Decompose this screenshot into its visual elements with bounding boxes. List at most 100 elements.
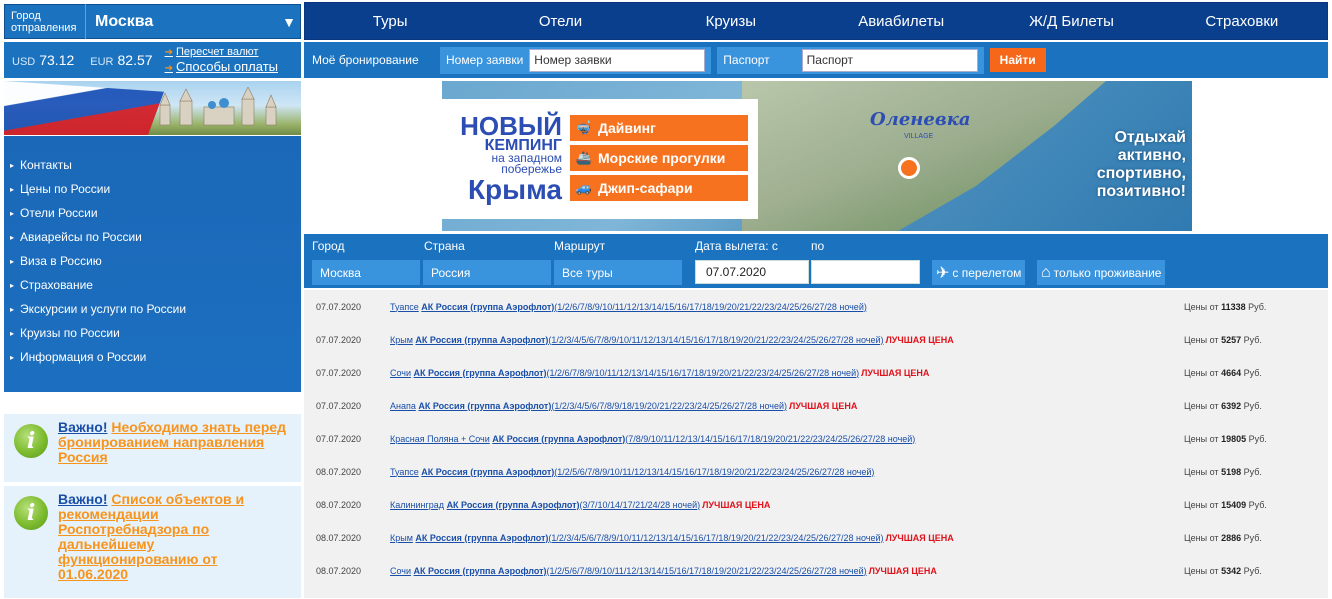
tour-price: Цены от 5257 Руб. — [1184, 335, 1262, 345]
tour-price: Цены от 15409 Руб. — [1184, 500, 1267, 510]
tour-link[interactable]: Анапа АК Россия (группа Аэрофлот)(1/2/3/… — [390, 401, 857, 411]
tour-airline[interactable]: АК Россия (группа Аэрофлот) — [414, 566, 547, 576]
tour-destination[interactable]: Калининград — [390, 500, 444, 510]
tour-list: 07.07.2020 Туапсе АК Россия (группа Аэро… — [304, 290, 1328, 598]
tour-nights[interactable]: (1/2/5/6/7/8/9/10/11/12/13/14/15/16/17/1… — [554, 467, 874, 477]
tour-price: Цены от 11338 Руб. — [1184, 302, 1266, 312]
sidebar-item-label: Авиарейсы по России — [20, 230, 142, 244]
tour-destination[interactable]: Туапсе — [390, 467, 419, 477]
sidebar-item-info[interactable]: ▸ Информация о России — [4, 345, 301, 369]
only-stay-button[interactable]: ⌂ только проживание — [1037, 260, 1166, 285]
notice-text[interactable]: Важно! Необходимо знать перед бронирован… — [58, 420, 291, 476]
order-number-input[interactable] — [529, 48, 706, 72]
tour-destination[interactable]: Крым — [390, 533, 413, 543]
tour-link[interactable]: Крым АК Россия (группа Аэрофлот)(1/2/3/4… — [390, 335, 954, 345]
tour-airline[interactable]: АК Россия (группа Аэрофлот) — [415, 335, 548, 345]
tour-airline[interactable]: АК Россия (группа Аэрофлот) — [421, 467, 554, 477]
tour-airline[interactable]: АК Россия (группа Аэрофлот) — [447, 500, 580, 510]
promo-option-boat: 🚢 Морские прогулки — [570, 145, 748, 171]
nav-flights[interactable]: Авиабилеты — [816, 13, 986, 30]
tour-nights[interactable]: (1/2/6/7/8/9/10/11/12/13/14/15/16/17/18/… — [554, 302, 867, 312]
tour-airline[interactable]: АК Россия (группа Аэрофлот) — [421, 302, 554, 312]
tour-date: 07.07.2020 — [316, 400, 362, 411]
table-row: 08.07.2020 Крым АК Россия (группа Аэрофл… — [304, 521, 1328, 554]
promo-slogan-line2: активно, — [1117, 147, 1186, 164]
nav-tours[interactable]: Туры — [305, 13, 475, 30]
departure-city-label-line1: Город — [11, 9, 41, 22]
search-city-select[interactable]: Москва — [312, 260, 420, 285]
find-button[interactable]: Найти — [989, 48, 1046, 72]
tour-nights[interactable]: (1/2/5/6/7/8/9/10/11/12/13/14/15/16/17/1… — [547, 566, 867, 576]
tour-link[interactable]: Сочи АК Россия (группа Аэрофлот)(1/2/5/6… — [390, 566, 937, 576]
currency-recalc-link[interactable]: ➔ Пересчет валют — [165, 45, 278, 60]
price-currency: Руб. — [1243, 532, 1262, 543]
sidebar-item-prices[interactable]: ▸ Цены по России — [4, 177, 301, 201]
russian-flag-image — [4, 81, 164, 135]
sidebar-item-contacts[interactable]: ▸ Контакты — [4, 153, 301, 177]
sidebar-item-cruises[interactable]: ▸ Круизы по России — [4, 321, 301, 345]
dropdown-arrow-icon[interactable]: ▼ — [278, 14, 300, 30]
search-route-label: Маршрут — [554, 239, 606, 253]
tour-destination[interactable]: Анапа — [390, 401, 416, 411]
tour-airline[interactable]: АК Россия (группа Аэрофлот) — [415, 533, 548, 543]
tour-link[interactable]: Крым АК Россия (группа Аэрофлот)(1/2/3/4… — [390, 533, 954, 543]
tour-airline[interactable]: АК Россия (группа Аэрофлот) — [492, 434, 625, 444]
date-from-field[interactable]: 07.07.2020 — [695, 260, 809, 284]
price-value: 2886 — [1221, 532, 1242, 543]
tour-destination[interactable]: Сочи — [390, 368, 411, 378]
departure-city-value[interactable]: Москва — [95, 13, 278, 31]
notice-text[interactable]: Важно! Список объектов и рекомендации Ро… — [58, 492, 291, 592]
date-to-field[interactable] — [811, 260, 920, 284]
tour-nights[interactable]: (1/2/6/7/8/9/10/11/12/13/14/15/16/17/18/… — [547, 368, 860, 378]
tour-link[interactable]: Туапсе АК Россия (группа Аэрофлот)(1/2/6… — [390, 302, 869, 312]
tour-link[interactable]: Туапсе АК Россия (группа Аэрофлот)(1/2/5… — [390, 467, 876, 477]
nav-railway[interactable]: Ж/Д Билеты — [986, 13, 1156, 30]
price-value: 5342 — [1221, 565, 1242, 576]
divider — [85, 4, 95, 39]
sidebar-item-label: Контакты — [20, 158, 72, 172]
promo-banner[interactable]: НОВЫЙ КЕМПИНГ на западном побережье Крым… — [442, 81, 1192, 231]
tour-airline[interactable]: АК Россия (группа Аэрофлот) — [414, 368, 547, 378]
eur-code: EUR — [90, 56, 114, 68]
tour-destination[interactable]: Сочи — [390, 566, 411, 576]
sidebar-item-hotels[interactable]: ▸ Отели России — [4, 201, 301, 225]
tour-nights[interactable]: (1/2/3/4/5/6/7/8/9/10/11/12/13/14/15/16/… — [548, 533, 883, 543]
tour-nights[interactable]: (1/2/3/4/5/6/7/8/9/18/19/20/21/22/23/24/… — [551, 401, 787, 411]
sidebar-item-visa[interactable]: ▸ Виза в Россию — [4, 249, 301, 273]
search-country-select[interactable]: Россия — [423, 260, 551, 285]
tour-nights[interactable]: (7/8/9/10/11/12/13/14/15/16/17/18/19/20/… — [625, 434, 915, 444]
arrow-right-icon: ➔ — [164, 46, 173, 58]
tour-nights[interactable]: (3/7/10/14/17/21/24/28 ночей) — [580, 500, 701, 510]
tour-link[interactable]: Красная Поляна + Сочи АК Россия (группа … — [390, 434, 917, 444]
tour-destination[interactable]: Туапсе — [390, 302, 419, 312]
tour-destination[interactable]: Крым — [390, 335, 413, 345]
payment-methods-link[interactable]: ➔ Способы оплаты — [165, 59, 278, 76]
tour-destination[interactable]: Красная Поляна + Сочи — [390, 434, 490, 444]
tour-airline[interactable]: АК Россия (группа Аэрофлот) — [418, 401, 551, 411]
with-flight-button[interactable]: ✈ с перелетом — [932, 260, 1026, 285]
departure-city-selector[interactable]: Город отправления Москва ▼ — [4, 4, 301, 39]
nav-cruises[interactable]: Круизы — [646, 13, 816, 30]
sidebar-item-excursions[interactable]: ▸ Экскурсии и услуги по России — [4, 297, 301, 321]
tour-search-panel: Город Страна Маршрут Дата вылета: с по М… — [304, 234, 1328, 288]
tour-link[interactable]: Калининград АК Россия (группа Аэрофлот)(… — [390, 500, 770, 510]
passport-input[interactable] — [801, 48, 978, 72]
promo-brand-logo: Оленевка — [870, 109, 971, 130]
tour-price: Цены от 2886 Руб. — [1184, 533, 1262, 543]
sidebar-item-label: Цены по России — [20, 182, 111, 196]
sidebar-item-flights[interactable]: ▸ Авиарейсы по России — [4, 225, 301, 249]
tour-date: 07.07.2020 — [316, 301, 362, 312]
bullet-icon: ▸ — [10, 184, 15, 194]
currency-recalc-label: Пересчет валют — [175, 45, 259, 58]
search-date-to-label: по — [811, 239, 825, 253]
tour-date: 08.07.2020 — [316, 466, 362, 477]
sidebar-item-insurance[interactable]: ▸ Страхование — [4, 273, 301, 297]
tour-link[interactable]: Сочи АК Россия (группа Аэрофлот)(1/2/6/7… — [390, 368, 929, 378]
nav-hotels[interactable]: Отели — [475, 13, 645, 30]
search-route-select[interactable]: Все туры — [554, 260, 682, 285]
bullet-icon: ▸ — [10, 304, 15, 314]
best-price-badge: ЛУЧШАЯ ЦЕНА — [861, 367, 930, 378]
nav-insurance[interactable]: Страховки — [1157, 13, 1327, 30]
jeep-icon: 🚙 — [575, 180, 593, 195]
tour-nights[interactable]: (1/2/3/4/5/6/7/8/9/10/11/12/13/14/15/16/… — [548, 335, 883, 345]
